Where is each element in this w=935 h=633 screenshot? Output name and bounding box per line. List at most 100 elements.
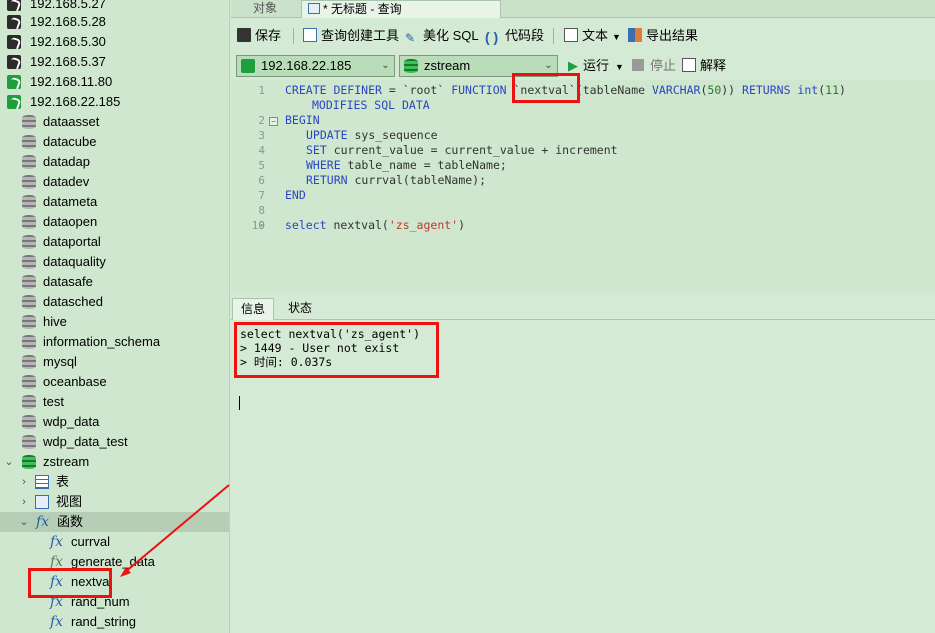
database-icon <box>22 355 36 369</box>
stop-icon <box>632 59 644 71</box>
connection-icon <box>7 95 21 109</box>
tree-database[interactable]: datadev <box>0 172 229 192</box>
function-icon: fx <box>36 514 50 530</box>
code-line-5: WHERE table_name = tableName; <box>306 158 507 172</box>
tree-database[interactable]: datameta <box>0 192 229 212</box>
tree-tables-node[interactable]: › 表 <box>0 472 229 492</box>
caret-down-icon: ▼ <box>612 32 621 42</box>
connection-icon <box>241 59 255 73</box>
sql-editor[interactable]: 1 2 3 4 5 6 7 8 9 10 − CREATE DEFINER = … <box>231 73 935 292</box>
code-line-10: select nextval('zs_agent') <box>285 218 466 232</box>
explain-icon <box>682 58 696 72</box>
chevron-right-icon[interactable]: › <box>18 472 30 492</box>
chevron-right-icon[interactable]: › <box>18 492 30 512</box>
query-builder-icon <box>303 28 317 42</box>
tree-database[interactable]: dataasset <box>0 112 229 132</box>
result-panel: 信息 状态 select nextval('zs_agent') > 1449 … <box>231 296 935 633</box>
editor-toolbar: 保存 查询创建工具 ✎ 美化 SQL ( ) 代码段 文本 ▼ 导出结果 <box>231 24 935 48</box>
tree-views-node[interactable]: › 视图 <box>0 492 229 512</box>
tab-query[interactable]: * 无标题 - 查询 <box>301 0 501 18</box>
query-workspace: 对象 * 无标题 - 查询 保存 查询创建工具 ✎ 美化 SQL ( ) 代码段 文… <box>231 0 935 633</box>
tree-database[interactable]: wdp_data <box>0 412 229 432</box>
beautify-sql-button[interactable]: ✎ 美化 SQL <box>405 27 479 45</box>
code-line-4: SET current_value = current_value + incr… <box>306 143 618 157</box>
stop-button[interactable]: 停止 <box>632 57 676 75</box>
code-line-2: BEGIN <box>285 113 320 127</box>
tree-database[interactable]: wdp_data_test <box>0 432 229 452</box>
tree-database-zstream[interactable]: ⌄ zstream <box>0 452 229 472</box>
tree-database[interactable]: datacube <box>0 132 229 152</box>
database-icon <box>22 135 36 149</box>
text-menu-button[interactable]: 文本 ▼ <box>564 27 621 45</box>
connection-icon <box>7 75 21 89</box>
database-icon <box>22 175 36 189</box>
save-icon <box>237 28 251 42</box>
code-line-7: END <box>285 188 306 202</box>
highlight-box-tree-nextval <box>28 568 112 598</box>
database-icon <box>404 59 418 73</box>
navicat-window: 192.168.5.27 192.168.5.28 192.168.5.30 1… <box>0 0 935 633</box>
tab-objects[interactable]: 对象 <box>247 0 283 18</box>
tree-database[interactable]: information_schema <box>0 332 229 352</box>
tab-bar: 对象 * 无标题 - 查询 <box>231 0 935 18</box>
line-number-gutter: 1 2 3 4 5 6 7 8 9 10 <box>231 80 267 292</box>
database-icon <box>22 235 36 249</box>
connection-icon <box>7 15 21 29</box>
connection-icon <box>7 35 21 49</box>
database-icon <box>22 115 36 129</box>
tree-database[interactable]: hive <box>0 312 229 332</box>
database-icon <box>22 375 36 389</box>
export-icon <box>628 28 642 42</box>
database-icon <box>22 395 36 409</box>
tree-database[interactable]: dataportal <box>0 232 229 252</box>
tree-database[interactable]: datadap <box>0 152 229 172</box>
separator <box>553 28 554 44</box>
save-button[interactable]: 保存 <box>237 27 281 45</box>
database-icon <box>22 215 36 229</box>
database-icon <box>22 295 36 309</box>
database-icon <box>22 315 36 329</box>
tree-database[interactable]: dataquality <box>0 252 229 272</box>
code-snippet-button[interactable]: ( ) 代码段 <box>485 27 544 45</box>
result-tab-bar: 信息 状态 <box>231 296 935 320</box>
chevron-down-icon[interactable]: ⌄ <box>3 452 15 472</box>
tree-connection[interactable]: 192.168.5.37 <box>0 52 229 72</box>
code-line-3: UPDATE sys_sequence <box>306 128 438 142</box>
play-icon: ▶ <box>568 58 578 73</box>
tree-functions-node[interactable]: ⌄ fx 函数 <box>0 512 229 532</box>
tree-function-item[interactable]: fx rand_string <box>0 612 229 632</box>
tree-database[interactable]: test <box>0 392 229 412</box>
tab-status[interactable]: 状态 <box>280 298 320 320</box>
connection-icon <box>7 55 21 69</box>
tree-connection[interactable]: 192.168.11.80 <box>0 72 229 92</box>
database-icon <box>22 275 36 289</box>
code-line-6: RETURN currval(tableName); <box>306 173 487 187</box>
code-line-1-cont: MODIFIES SQL DATA <box>312 98 430 112</box>
caret-down-icon: ▼ <box>615 62 624 72</box>
database-icon <box>22 415 36 429</box>
tree-database[interactable]: datasched <box>0 292 229 312</box>
table-icon <box>35 475 49 489</box>
tree-database[interactable]: dataopen <box>0 212 229 232</box>
tree-connection[interactable]: 192.168.5.28 <box>0 12 229 32</box>
database-icon <box>22 195 36 209</box>
tab-info[interactable]: 信息 <box>232 298 275 320</box>
tree-database[interactable]: oceanbase <box>0 372 229 392</box>
tree-database[interactable]: mysql <box>0 352 229 372</box>
tree-database[interactable]: datasafe <box>0 272 229 292</box>
tree-connection[interactable]: 192.168.5.30 <box>0 32 229 52</box>
tree-function-item[interactable]: fx currval <box>0 532 229 552</box>
brackets-icon: ( ) <box>485 29 499 45</box>
explain-button[interactable]: 解释 <box>682 57 726 75</box>
tree-connection[interactable]: 192.168.22.185 <box>0 92 229 112</box>
fold-toggle[interactable]: − <box>269 117 278 126</box>
connection-icon <box>7 0 21 11</box>
separator <box>293 28 294 44</box>
connection-select[interactable]: 192.168.22.185 ⌄ <box>236 55 395 77</box>
chevron-down-icon: ⌄ <box>376 56 394 76</box>
database-icon <box>22 435 36 449</box>
query-builder-button[interactable]: 查询创建工具 <box>303 27 399 45</box>
chevron-down-icon[interactable]: ⌄ <box>18 512 30 532</box>
export-results-button[interactable]: 导出结果 <box>628 27 698 45</box>
view-icon <box>35 495 49 509</box>
